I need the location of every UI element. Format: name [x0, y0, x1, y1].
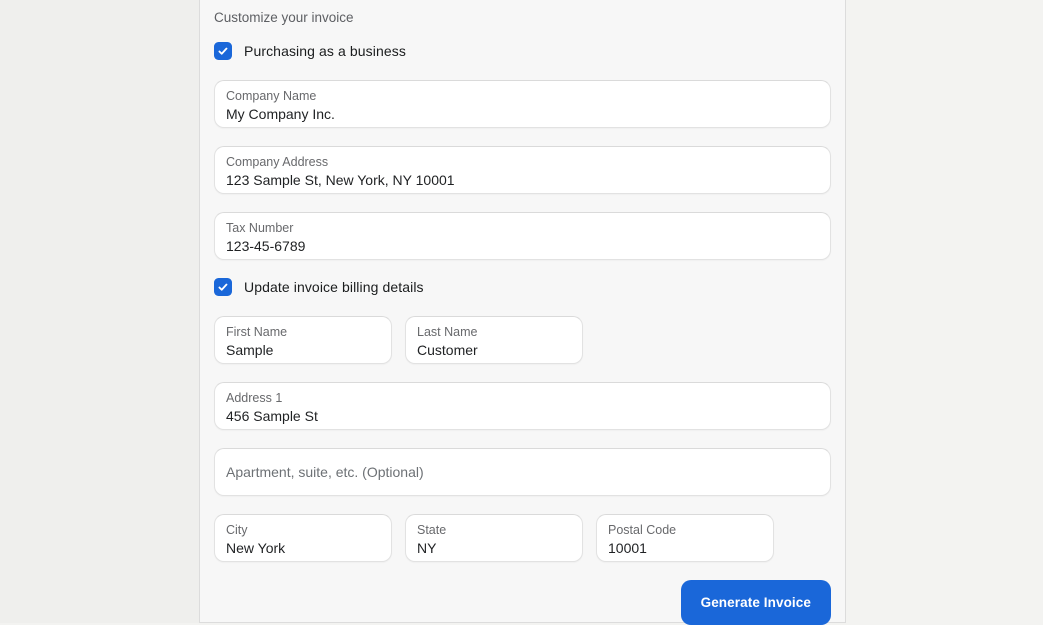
generate-invoice-button[interactable]: Generate Invoice	[680, 580, 831, 625]
address1-label: Address 1	[226, 391, 283, 405]
state-input[interactable]	[417, 538, 571, 557]
company-name-input[interactable]	[226, 104, 819, 123]
actions-bar: Generate Invoice	[214, 580, 831, 625]
company-address-input[interactable]	[226, 170, 819, 189]
last-name-label: Last Name	[417, 325, 478, 339]
state-label: State	[417, 523, 447, 537]
checkbox-checked-icon[interactable]	[214, 42, 232, 60]
last-name-field[interactable]: Last Name	[405, 316, 583, 364]
invoice-customization-panel: Customize your invoice Purchasing as a b…	[199, 0, 846, 625]
postal-code-label: Postal Code	[608, 523, 677, 537]
last-name-input[interactable]	[417, 340, 571, 359]
first-name-label: First Name	[226, 325, 288, 339]
postal-code-input[interactable]	[608, 538, 762, 557]
company-address-field[interactable]: Company Address	[214, 146, 831, 194]
first-name-field[interactable]: First Name	[214, 316, 392, 364]
section-title: Customize your invoice	[214, 10, 354, 25]
purchasing-as-business-label: Purchasing as a business	[244, 43, 406, 59]
city-state-zip-row: City State Postal Code	[214, 496, 831, 562]
tax-number-field[interactable]: Tax Number	[214, 212, 831, 260]
left-gutter	[0, 0, 199, 623]
address1-field[interactable]: Address 1	[214, 382, 831, 430]
first-name-input[interactable]	[226, 340, 380, 359]
tax-number-input[interactable]	[226, 236, 819, 255]
checkmark-icon	[218, 283, 228, 291]
address2-input[interactable]	[226, 462, 819, 482]
company-name-field[interactable]: Company Name	[214, 80, 831, 128]
update-billing-details-label: Update invoice billing details	[244, 279, 424, 295]
city-input[interactable]	[226, 538, 380, 557]
city-label: City	[226, 523, 248, 537]
checkbox-checked-icon[interactable]	[214, 278, 232, 296]
address1-input[interactable]	[226, 406, 819, 425]
company-name-label: Company Name	[226, 89, 317, 103]
purchasing-as-business-checkbox-row[interactable]: Purchasing as a business	[214, 40, 831, 62]
postal-code-field[interactable]: Postal Code	[596, 514, 774, 562]
company-address-label: Company Address	[226, 155, 329, 169]
state-field[interactable]: State	[405, 514, 583, 562]
checkmark-icon	[218, 47, 228, 55]
city-field[interactable]: City	[214, 514, 392, 562]
right-gutter	[846, 0, 1043, 623]
address2-field[interactable]	[214, 448, 831, 496]
name-row: First Name Last Name	[214, 298, 831, 364]
page: Customize your invoice Purchasing as a b…	[0, 0, 1043, 625]
update-billing-details-checkbox-row[interactable]: Update invoice billing details	[214, 276, 831, 298]
tax-number-label: Tax Number	[226, 221, 294, 235]
